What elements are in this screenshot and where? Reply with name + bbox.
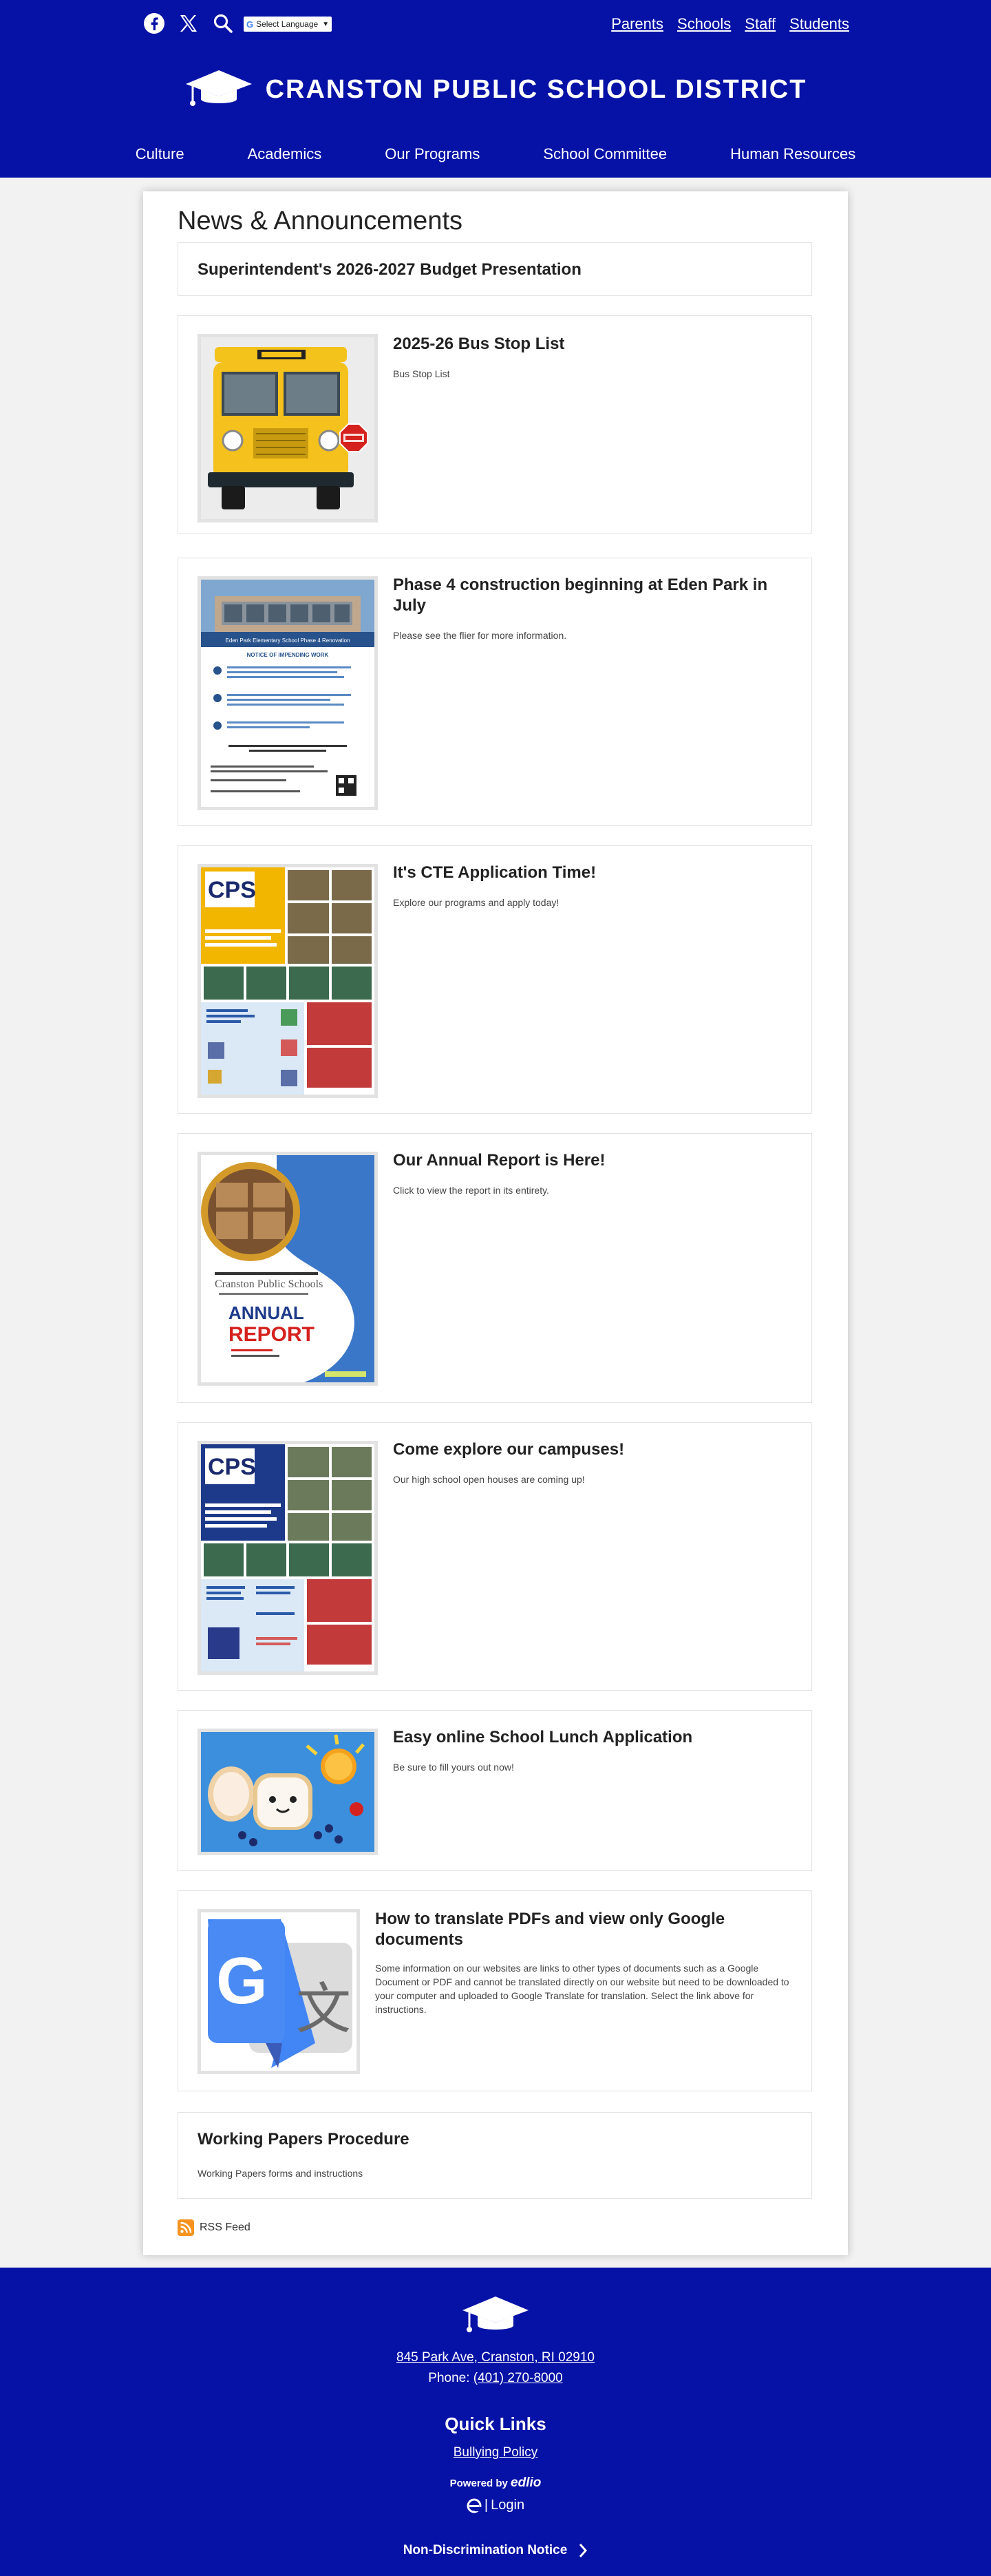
news-description: Some information on our websites are lin…	[375, 1963, 789, 2015]
x-twitter-icon[interactable]	[176, 11, 201, 36]
main-nav: Culture Academics Our Programs School Co…	[0, 142, 991, 167]
news-title[interactable]: Phase 4 construction beginning at Eden P…	[393, 575, 792, 616]
bullying-policy-link[interactable]: Bullying Policy	[454, 2445, 538, 2460]
audience-links: Parents Schools Staff Students	[611, 15, 849, 33]
powered-by-label: Powered by	[449, 2478, 508, 2489]
google-translate-icon: G	[246, 19, 254, 30]
svg-text:G: G	[216, 1944, 268, 2018]
news-title[interactable]: Easy online School Lunch Application	[393, 1727, 792, 1748]
top-link-schools[interactable]: Schools	[677, 15, 731, 33]
news-item-working-papers[interactable]: Working Papers Procedure Working Papers …	[178, 2112, 812, 2199]
rss-feed-label: RSS Feed	[200, 2221, 251, 2233]
flier-heading: Eden Park Elementary School Phase 4 Reno…	[226, 637, 350, 644]
nav-academics[interactable]: Academics	[216, 142, 354, 167]
page-title: News & Announcements	[178, 207, 463, 235]
rss-feed-link[interactable]: RSS Feed	[178, 2219, 251, 2236]
address-link[interactable]: 845 Park Ave, Cranston, RI 02910	[396, 2350, 595, 2365]
report-word-annual: ANNUAL	[228, 1302, 304, 1323]
language-select[interactable]: G Select Language ▼	[244, 17, 332, 32]
news-description: Explore our programs and apply today!	[393, 897, 560, 908]
flier-notice: NOTICE OF IMPENDING WORK	[247, 652, 329, 658]
flier-logo: CPS	[208, 1454, 256, 1480]
non-discrimination-label: Non-Discrimination Notice	[403, 2543, 568, 2557]
news-description: Our high school open houses are coming u…	[393, 1474, 585, 1485]
nav-our-programs[interactable]: Our Programs	[353, 142, 511, 167]
news-item-eden-park[interactable]: Eden Park Elementary School Phase 4 Reno…	[178, 558, 812, 826]
news-description: Working Papers forms and instructions	[198, 2168, 363, 2179]
svg-text:文: 文	[296, 1977, 351, 2041]
news-item-lunch[interactable]: Easy online School Lunch Application Be …	[178, 1710, 812, 1871]
news-item-campuses[interactable]: CPS Come explore our campuses! Our high …	[178, 1422, 812, 1691]
chevron-down-icon: ▼	[322, 20, 330, 28]
login-divider: |	[484, 2498, 489, 2513]
report-word-report: REPORT	[228, 1323, 315, 1346]
rss-icon	[178, 2219, 194, 2236]
non-discrimination-notice[interactable]: Non-Discrimination Notice	[0, 2543, 991, 2558]
phone-label: Phone:	[428, 2371, 473, 2385]
social-links	[142, 11, 235, 36]
footer-address: 845 Park Ave, Cranston, RI 02910	[0, 2350, 991, 2365]
news-item-bus-stop[interactable]: 2025-26 Bus Stop List Bus Stop List	[178, 315, 812, 534]
news-description: Be sure to fill yours out now!	[393, 1762, 514, 1773]
news-description: Please see the flier for more informatio…	[393, 630, 567, 641]
annual-report-image[interactable]: Cranston Public Schools ANNUAL REPORT	[198, 1152, 378, 1386]
site-brand[interactable]: CRANSTON PUBLIC SCHOOL DISTRICT	[0, 63, 991, 116]
news-title[interactable]: Our Annual Report is Here!	[393, 1150, 792, 1171]
login-link[interactable]: Login	[491, 2498, 524, 2513]
news-title[interactable]: How to translate PDFs and view only Goog…	[375, 1909, 795, 1950]
site-title: CRANSTON PUBLIC SCHOOL DISTRICT	[265, 74, 807, 104]
powered-by[interactable]: Powered by edlio	[0, 2475, 991, 2491]
cte-flier-image[interactable]: CPS	[198, 864, 378, 1098]
top-link-students[interactable]: Students	[789, 15, 849, 33]
footer-phone: Phone: (401) 270-8000	[0, 2371, 991, 2386]
news-panel: News & Announcements Superintendent's 20…	[143, 191, 848, 2255]
search-icon[interactable]	[211, 11, 235, 36]
login-row: | Login	[0, 2498, 991, 2513]
campus-flier-image[interactable]: CPS	[198, 1441, 378, 1675]
top-link-parents[interactable]: Parents	[611, 15, 663, 33]
news-item-budget[interactable]: Superintendent's 2026-2027 Budget Presen…	[178, 242, 812, 296]
news-title[interactable]: 2025-26 Bus Stop List	[393, 334, 792, 355]
facebook-icon[interactable]	[142, 11, 167, 36]
school-bus-image[interactable]	[198, 334, 378, 522]
edlio-logo: edlio	[511, 2475, 542, 2490]
edlio-e-icon	[467, 2498, 482, 2513]
news-item-cte[interactable]: CPS It's CTE Application Time! Explore o…	[178, 845, 812, 1114]
nav-human-resources[interactable]: Human Resources	[699, 142, 887, 167]
report-org: Cranston Public Schools	[215, 1278, 323, 1290]
phone-link[interactable]: (401) 270-8000	[473, 2371, 563, 2385]
site-header: G Select Language ▼ Parents Schools Staf…	[0, 0, 991, 178]
news-title[interactable]: It's CTE Application Time!	[393, 863, 792, 883]
site-footer: 845 Park Ave, Cranston, RI 02910 Phone: …	[0, 2268, 991, 2576]
news-item-annual-report[interactable]: Cranston Public Schools ANNUAL REPORT Ou…	[178, 1133, 812, 1403]
flier-logo: CPS	[208, 877, 256, 903]
news-description: Bus Stop List	[393, 368, 450, 379]
language-select-label: Select Language	[256, 19, 319, 29]
graduation-cap-icon	[185, 70, 252, 106]
graduation-cap-icon	[462, 2297, 529, 2332]
news-title[interactable]: Superintendent's 2026-2027 Budget Presen…	[198, 260, 582, 280]
eden-park-flier-image[interactable]: Eden Park Elementary School Phase 4 Reno…	[198, 576, 378, 810]
news-item-translate-pdfs[interactable]: G 文 How to translate PDFs and view only …	[178, 1890, 812, 2091]
news-title[interactable]: Come explore our campuses!	[393, 1439, 792, 1460]
nav-school-committee[interactable]: School Committee	[511, 142, 699, 167]
lunch-bread-image[interactable]	[198, 1729, 378, 1855]
quick-links-title: Quick Links	[445, 2414, 546, 2434]
top-link-staff[interactable]: Staff	[745, 15, 776, 33]
chevron-right-icon	[579, 2544, 588, 2557]
google-translate-logo-image[interactable]: G 文	[198, 1909, 360, 2074]
news-description: Click to view the report in its entirety…	[393, 1185, 549, 1196]
nav-culture[interactable]: Culture	[104, 142, 216, 167]
quick-links-list: Bullying Policy	[0, 2445, 991, 2460]
news-title[interactable]: Working Papers Procedure	[198, 2129, 789, 2150]
top-bar: G Select Language ▼ Parents Schools Staf…	[142, 11, 849, 39]
